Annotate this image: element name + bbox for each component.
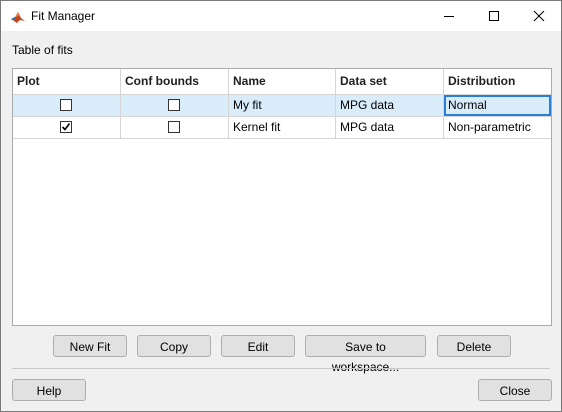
column-header-plot[interactable]: Plot (13, 69, 121, 94)
fit-name-cell[interactable]: Kernel fit (229, 117, 336, 138)
distribution-cell[interactable]: Non-parametric (444, 117, 551, 138)
column-header-data-set[interactable]: Data set (336, 69, 444, 94)
conf-bounds-checkbox[interactable] (168, 121, 180, 133)
close-icon (533, 10, 544, 22)
fit-manager-window: Fit Manager Table of fits Plot Conf boun… (0, 0, 562, 412)
column-header-name[interactable]: Name (229, 69, 336, 94)
footer-divider (12, 368, 550, 369)
minimize-button[interactable] (426, 1, 471, 31)
matlab-app-icon (10, 9, 26, 25)
plot-cell[interactable] (13, 95, 121, 116)
checkmark-icon (61, 123, 71, 131)
window-title: Fit Manager (31, 9, 96, 23)
table-header: Plot Conf bounds Name Data set Distribut… (13, 69, 551, 95)
conf-bounds-cell[interactable] (121, 117, 229, 138)
data-set-cell[interactable]: MPG data (336, 95, 444, 116)
title-bar[interactable]: Fit Manager (1, 1, 561, 31)
delete-button[interactable]: Delete (437, 335, 511, 357)
close-button[interactable]: Close (478, 379, 552, 401)
data-set-cell[interactable]: MPG data (336, 117, 444, 138)
plot-checkbox[interactable] (60, 121, 72, 133)
close-window-button[interactable] (516, 1, 561, 31)
plot-cell[interactable] (13, 117, 121, 138)
distribution-cell[interactable]: Normal (444, 95, 551, 116)
copy-button[interactable]: Copy (137, 335, 211, 357)
table-row[interactable]: My fit MPG data Normal (13, 95, 551, 117)
plot-checkbox[interactable] (60, 99, 72, 111)
column-header-distribution[interactable]: Distribution (444, 69, 551, 94)
save-to-workspace-button[interactable]: Save to workspace... (305, 335, 426, 374)
edit-button[interactable]: Edit (221, 335, 295, 357)
help-button[interactable]: Help (12, 379, 86, 401)
new-fit-button[interactable]: New Fit (53, 335, 127, 357)
fits-table[interactable]: Plot Conf bounds Name Data set Distribut… (12, 68, 552, 326)
conf-bounds-checkbox[interactable] (168, 99, 180, 111)
maximize-icon (488, 11, 499, 21)
column-header-conf-bounds[interactable]: Conf bounds (121, 69, 229, 94)
table-of-fits-label: Table of fits (12, 43, 73, 57)
fit-name-cell[interactable]: My fit (229, 95, 336, 116)
conf-bounds-cell[interactable] (121, 95, 229, 116)
minimize-icon (443, 16, 454, 17)
table-row[interactable]: Kernel fit MPG data Non-parametric (13, 117, 551, 139)
maximize-button[interactable] (471, 1, 516, 31)
